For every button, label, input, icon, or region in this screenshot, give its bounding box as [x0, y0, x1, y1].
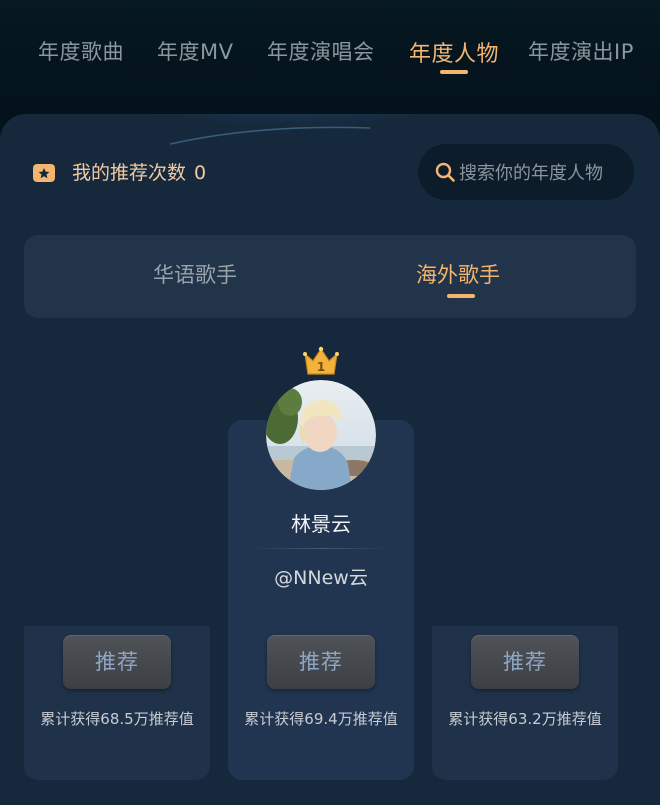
artist-handle: @NNew云 — [274, 567, 368, 589]
accumulated-value-left: 累计获得68.5万推荐值 — [40, 710, 194, 728]
recommend-button-right[interactable]: 推荐 — [471, 635, 579, 689]
active-tab-indicator — [440, 70, 468, 74]
page: 年度歌曲 年度MV 年度演唱会 年度人物 年度演出IP 我的推荐次数 0 搜索你… — [0, 0, 660, 805]
main-panel: 我的推荐次数 0 搜索你的年度人物 华语歌手 海外歌手 1 林景云 @NNew云… — [0, 114, 660, 805]
recommend-button-left[interactable]: 推荐 — [63, 635, 171, 689]
search-placeholder: 搜索你的年度人物 — [459, 163, 603, 184]
search-input[interactable]: 搜索你的年度人物 — [418, 144, 634, 200]
crown-icon: 1 — [303, 346, 339, 375]
artist-name: 林景云 — [291, 512, 351, 536]
header-glow-decoration — [130, 114, 410, 148]
region-tab-bar: 华语歌手 海外歌手 — [24, 235, 636, 318]
tab-annual-concerts[interactable]: 年度演唱会 — [267, 36, 375, 66]
recommend-count-text: 我的推荐次数 — [72, 162, 187, 184]
active-subtab-indicator — [447, 294, 475, 298]
tab-annual-songs[interactable]: 年度歌曲 — [38, 36, 124, 66]
recommend-button-featured[interactable]: 推荐 — [267, 635, 375, 689]
card-divider — [250, 548, 392, 549]
tab-annual-person[interactable]: 年度人物 — [409, 36, 499, 68]
tab-annual-show-ip[interactable]: 年度演出IP — [528, 36, 634, 66]
accumulated-value-featured: 累计获得69.4万推荐值 — [244, 710, 398, 728]
accumulated-value-right: 累计获得63.2万推荐值 — [448, 710, 602, 728]
avatar[interactable] — [266, 380, 376, 490]
recommend-count-value: 0 — [194, 162, 207, 184]
rank-number: 1 — [317, 360, 325, 374]
recommend-count-label: 我的推荐次数 0 — [72, 158, 206, 185]
tab-overseas-singers[interactable]: 海外歌手 — [416, 259, 500, 289]
search-icon — [435, 162, 455, 182]
ticket-icon — [33, 164, 55, 182]
top-tab-bar: 年度歌曲 年度MV 年度演唱会 年度人物 年度演出IP — [0, 26, 660, 86]
tab-chinese-singers[interactable]: 华语歌手 — [153, 259, 237, 289]
tab-annual-mv[interactable]: 年度MV — [157, 36, 233, 66]
